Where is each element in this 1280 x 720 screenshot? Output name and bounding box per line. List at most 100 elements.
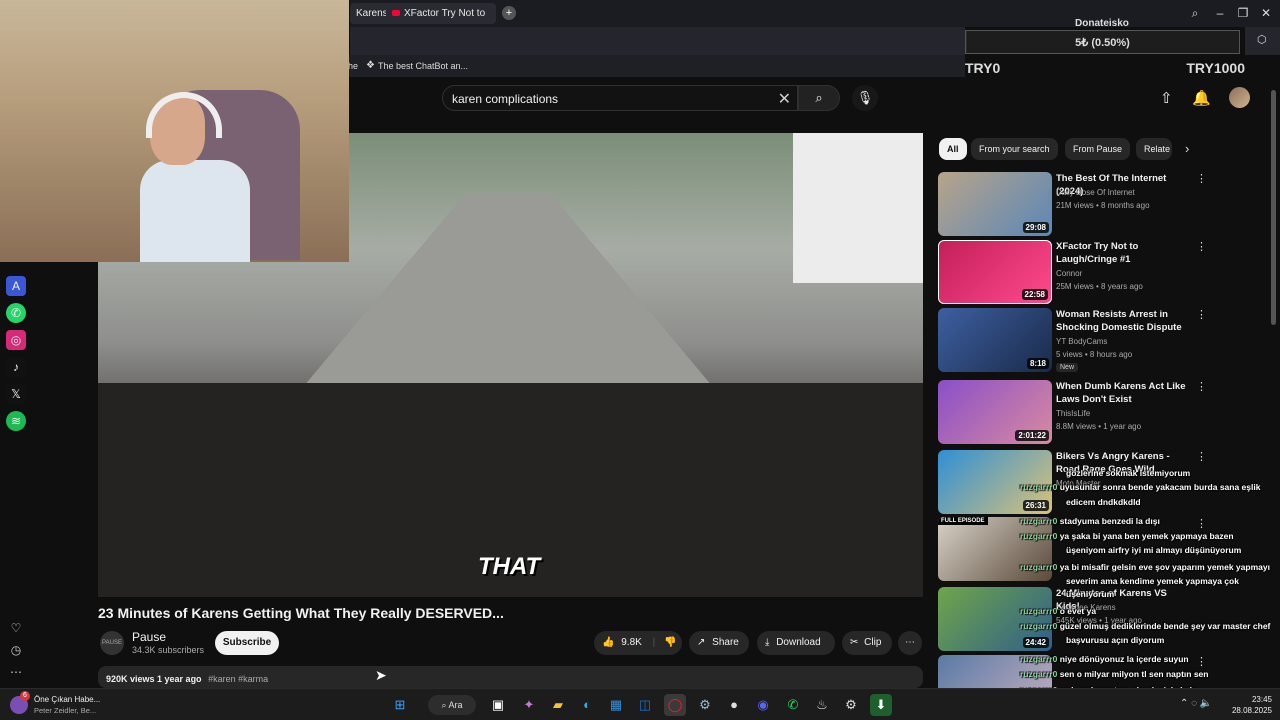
more-vertical-icon[interactable]: ⋮ bbox=[1196, 380, 1207, 393]
thumbs-down-icon[interactable]: 👎 bbox=[664, 637, 676, 648]
chat-text: uyusunlar sonra bende yakacam burda sana… bbox=[1059, 482, 1261, 492]
hashtags[interactable]: #karen #karma bbox=[208, 674, 268, 684]
clock-time: 23:45 bbox=[1251, 695, 1272, 704]
system-clock[interactable]: 23:45 28.08.2025 bbox=[1232, 694, 1272, 716]
donation-progress-text: 5₺ (0.50%) bbox=[1075, 37, 1130, 49]
related-video[interactable]: 29:08 The Best Of The Internet (2024) Da… bbox=[938, 172, 1268, 236]
app-icon[interactable]: ● bbox=[723, 694, 745, 716]
network-icon[interactable]: ◌ bbox=[1191, 698, 1197, 709]
extension-area: ⬡ bbox=[1245, 27, 1280, 55]
spotify-icon[interactable]: ≋ bbox=[6, 411, 26, 431]
settings-gear-icon[interactable]: ⚙ bbox=[694, 694, 716, 716]
chatbot-icon: ❖ bbox=[366, 60, 375, 71]
related-video[interactable]: 2:01:22 When Dumb Karens Act Like Laws D… bbox=[938, 380, 1268, 444]
scrollbar[interactable] bbox=[1271, 90, 1276, 325]
chat-message: ruzgarrr0 niye dönüyonuz la içerde suyun bbox=[1020, 654, 1189, 664]
app-store-icon[interactable]: A bbox=[6, 276, 26, 296]
share-button[interactable]: ↗ Share bbox=[689, 631, 749, 655]
whatsapp-icon[interactable]: ✆ bbox=[782, 694, 804, 716]
x-icon[interactable]: 𝕏 bbox=[6, 384, 26, 404]
chevron-up-icon[interactable]: ⌃ bbox=[1180, 698, 1188, 709]
opera-icon[interactable]: ◯ bbox=[664, 694, 686, 716]
chat-text: gözlerine sokmak istemiyorum bbox=[1066, 468, 1191, 478]
instagram-icon[interactable]: ◎ bbox=[6, 330, 26, 350]
more-actions-button[interactable]: ⋯ bbox=[898, 631, 922, 655]
tiktok-icon[interactable]: ♪ bbox=[6, 357, 26, 377]
bookmark-item[interactable]: The best ChatBot an... bbox=[378, 55, 468, 77]
related-channel[interactable]: Daily Dose Of Internet bbox=[1056, 188, 1135, 197]
chat-message: severim ama kendime yemek yapmaya çok bbox=[1066, 576, 1239, 586]
heart-icon[interactable]: ♡ bbox=[6, 618, 26, 638]
related-meta: 5 views • 8 hours ago bbox=[1056, 350, 1133, 359]
related-video[interactable]: 22:58 XFactor Try Not to Laugh/Cringe #1… bbox=[938, 240, 1268, 304]
voice-search-button[interactable]: 🎙 bbox=[852, 85, 878, 111]
chip-related[interactable]: Relate bbox=[1136, 138, 1172, 160]
taskbar-search[interactable]: ⌕ Ara bbox=[428, 695, 476, 715]
related-title[interactable]: When Dumb Karens Act Like Laws Don't Exi… bbox=[1056, 380, 1186, 406]
discord-icon[interactable]: ◉ bbox=[752, 694, 774, 716]
close-icon[interactable]: ✕ bbox=[1258, 6, 1274, 20]
video-description[interactable]: 920K views 1 year ago #karen #karma bbox=[98, 666, 923, 688]
search-button[interactable]: ⌕ bbox=[798, 85, 840, 111]
social-dock: A ✆ ◎ ♪ 𝕏 ≋ ♡ ◷ ⋯ bbox=[6, 276, 28, 696]
channel-name[interactable]: Pause bbox=[132, 630, 166, 644]
chevron-right-icon[interactable]: › bbox=[1185, 141, 1189, 156]
bookmark-item[interactable]: he bbox=[348, 55, 358, 77]
task-view-icon[interactable]: ▣ bbox=[487, 694, 509, 716]
obs-icon[interactable]: ⬇ bbox=[870, 694, 892, 716]
more-icon[interactable]: ⋯ bbox=[6, 662, 26, 682]
file-explorer-icon[interactable]: ▰ bbox=[547, 694, 569, 716]
more-vertical-icon[interactable]: ⋮ bbox=[1196, 308, 1207, 321]
like-count[interactable]: 9.8K bbox=[621, 637, 642, 648]
clip-button[interactable]: ✂ Clip bbox=[842, 631, 892, 655]
video-thumbnail[interactable]: 29:08 bbox=[938, 172, 1052, 236]
thumbs-up-icon[interactable]: 👍 bbox=[602, 637, 614, 648]
windows-start-icon[interactable]: ⊞ bbox=[389, 694, 411, 716]
subscribe-button[interactable]: Subscribe bbox=[215, 631, 279, 655]
related-channel[interactable]: YT BodyCams bbox=[1056, 337, 1107, 346]
volume-icon[interactable]: 🔈 bbox=[1200, 698, 1212, 709]
related-channel[interactable]: Connor bbox=[1056, 269, 1082, 278]
plus-icon[interactable]: + bbox=[502, 6, 516, 20]
chip-from-pause[interactable]: From Pause bbox=[1065, 138, 1131, 160]
related-video[interactable]: 8:18 Woman Resists Arrest in Shocking Do… bbox=[938, 308, 1268, 372]
related-title[interactable]: XFactor Try Not to Laugh/Cringe #1 bbox=[1056, 240, 1186, 266]
upload-icon[interactable]: ⇧ bbox=[1160, 89, 1173, 107]
whatsapp-icon[interactable]: ✆ bbox=[6, 303, 26, 323]
close-icon[interactable]: ✕ bbox=[778, 89, 791, 109]
video-thumbnail[interactable]: 22:58 bbox=[938, 240, 1052, 304]
copilot-icon[interactable]: ✦ bbox=[518, 694, 540, 716]
channel-avatar[interactable]: PAUSE bbox=[100, 631, 124, 655]
stream-chat-overlay: gözlerine sokmak istemiyorum ruzgarrr0 uy… bbox=[1020, 452, 1280, 720]
news-title: Öne Çıkan Habe... bbox=[34, 695, 101, 704]
outlook-icon[interactable]: ◫ bbox=[634, 694, 656, 716]
edge-icon[interactable]: ◐ bbox=[576, 694, 598, 716]
steam-icon[interactable]: ♨ bbox=[811, 694, 833, 716]
chat-text: üşeniyom airfry iyi mi almayı düşünüyoru… bbox=[1066, 545, 1242, 555]
address-bar[interactable] bbox=[350, 27, 965, 55]
chip-all[interactable]: All bbox=[939, 138, 967, 160]
video-duration: 8:18 bbox=[1026, 358, 1049, 369]
video-thumbnail[interactable]: 8:18 bbox=[938, 308, 1052, 372]
related-channel[interactable]: ThisIsLife bbox=[1056, 409, 1090, 418]
news-widget[interactable]: 6 Öne Çıkan Habe... Peter Zeidler, Be... bbox=[8, 691, 128, 717]
more-vertical-icon[interactable]: ⋮ bbox=[1196, 172, 1207, 185]
chat-username: ruzgarrr0 bbox=[1020, 516, 1060, 526]
avatar[interactable] bbox=[1229, 87, 1250, 108]
store-icon[interactable]: ▦ bbox=[605, 694, 627, 716]
extension-icon[interactable]: ⬡ bbox=[1257, 33, 1267, 46]
bell-icon[interactable]: 🔔 bbox=[1192, 89, 1211, 107]
chip-from-your-search[interactable]: From your search bbox=[971, 138, 1058, 160]
webcam-person-body bbox=[140, 160, 250, 262]
system-tray[interactable]: ⌃ ◌ 🔈 bbox=[1180, 698, 1212, 709]
search-input[interactable]: karen complications ✕ bbox=[442, 85, 798, 111]
more-vertical-icon[interactable]: ⋮ bbox=[1196, 240, 1207, 253]
history-icon[interactable]: ◷ bbox=[6, 640, 26, 660]
video-thumbnail[interactable]: 2:01:22 bbox=[938, 380, 1052, 444]
settings-icon[interactable]: ⚙ bbox=[840, 694, 862, 716]
notification-badge: 6 bbox=[20, 691, 30, 701]
download-button[interactable]: ⤓ Download bbox=[757, 631, 835, 655]
related-title[interactable]: Woman Resists Arrest in Shocking Domesti… bbox=[1056, 308, 1186, 334]
bookmarks-bar: he ❖ The best ChatBot an... bbox=[340, 55, 965, 77]
browser-tab-xfactor[interactable]: XFactor Try Not to Laugh/ bbox=[386, 3, 496, 40]
